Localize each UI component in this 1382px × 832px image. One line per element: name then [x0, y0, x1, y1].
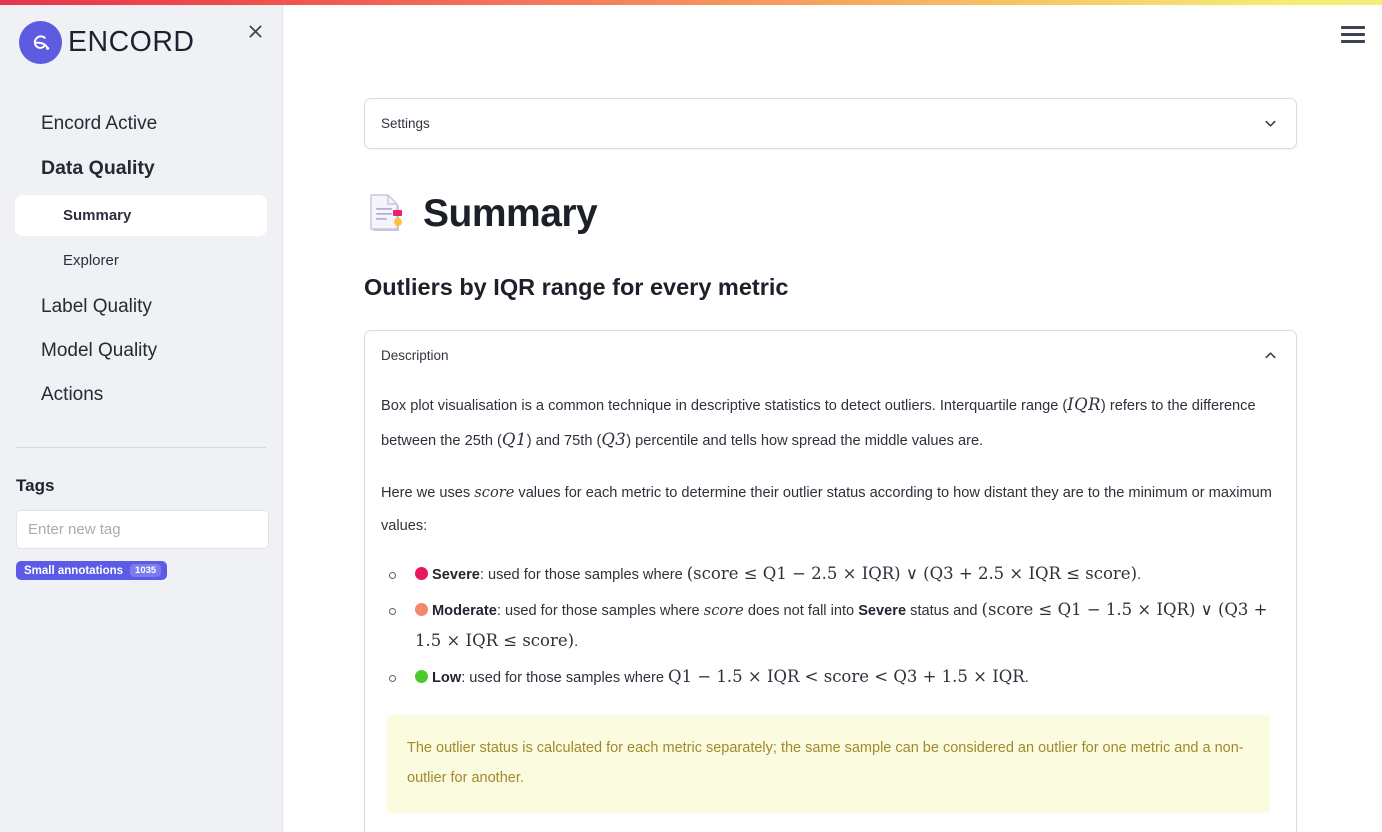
app-root: ENCORD Encord Active Data Quality Summar…	[0, 0, 1382, 832]
new-tag-input[interactable]	[16, 510, 269, 549]
description-panel-label: Description	[381, 348, 449, 363]
tag-label: Small annotations	[24, 564, 124, 577]
moderate-t2: does not fall into	[743, 603, 859, 619]
moderate-label: Moderate	[432, 603, 497, 619]
description-panel: Description Box plot visualisation is a …	[364, 330, 1297, 832]
page-title: Summary	[423, 192, 598, 235]
accent-gradient-bar	[0, 0, 1382, 5]
section-title: Outliers by IQR range for every metric	[364, 274, 789, 300]
moderate-t3: status and	[906, 603, 982, 619]
chevron-up-icon[interactable]	[1263, 348, 1278, 363]
tag-count-badge: 1035	[130, 564, 162, 577]
desc-p2-m1: score	[474, 484, 515, 501]
moderate-color-dot	[415, 603, 428, 616]
content-column: Settings Summary Outliers by IQR range f…	[283, 5, 1301, 832]
outlier-note-text: The outlier status is calculated for eac…	[407, 740, 1244, 786]
desc-p2-t2: values for each metric to determine thei…	[381, 485, 1272, 534]
sidebar-item-explorer[interactable]: Explorer	[15, 240, 267, 281]
hamburger-bar	[1341, 25, 1365, 29]
chevron-down-icon[interactable]	[1263, 116, 1278, 131]
hamburger-bar	[1341, 32, 1365, 36]
severe-t2: .	[1137, 567, 1142, 583]
moderate-t1: : used for those samples where	[496, 603, 704, 619]
outlier-status-list: Severe: used for those samples where (sc…	[381, 559, 1276, 693]
tag-small-annotations[interactable]: Small annotations 1035	[16, 561, 168, 580]
desc-p1-m1: IQR	[1067, 395, 1101, 414]
sidebar-item-encord-active[interactable]: Encord Active	[15, 102, 267, 146]
hamburger-menu-icon[interactable]	[1339, 22, 1367, 46]
severe-t1: : used for those samples where	[479, 567, 687, 583]
description-body: Box plot visualisation is a common techn…	[365, 380, 1296, 832]
description-paragraph-2: Here we uses score values for each metri…	[381, 476, 1276, 543]
moderate-t4: .	[574, 634, 579, 650]
moderate-mid-math: score	[703, 602, 744, 619]
settings-panel-label: Settings	[381, 116, 430, 131]
close-icon[interactable]	[242, 18, 268, 44]
severe-color-dot	[415, 567, 428, 580]
sidebar-item-data-quality[interactable]: Data Quality	[15, 146, 267, 191]
severe-label: Severe	[432, 567, 480, 583]
page-title-row: Summary	[364, 191, 1301, 237]
low-label: Low	[432, 670, 462, 686]
main-content: Settings Summary Outliers by IQR range f…	[283, 5, 1382, 832]
outlier-note-callout: The outlier status is calculated for eac…	[387, 715, 1270, 813]
list-item: Moderate: used for those samples where s…	[381, 595, 1276, 657]
sidebar-item-summary[interactable]: Summary	[15, 195, 267, 236]
tag-list: Small annotations 1035	[0, 549, 282, 580]
description-paragraph-1: Box plot visualisation is a common techn…	[381, 388, 1276, 458]
settings-panel-header[interactable]: Settings	[365, 99, 1296, 148]
sidebar-item-label-quality[interactable]: Label Quality	[15, 285, 267, 329]
hamburger-bar	[1341, 39, 1365, 43]
desc-p2-t1: Here we uses	[381, 485, 475, 501]
encord-logo-icon	[19, 21, 62, 64]
brand-logo[interactable]: ENCORD	[0, 5, 282, 64]
severe-formula: (score ≤ Q1 − 2.5 × IQR) ∨ (Q3 + 2.5 × I…	[686, 564, 1138, 583]
sidebar: ENCORD Encord Active Data Quality Summar…	[0, 0, 283, 832]
sidebar-item-actions[interactable]: Actions	[15, 373, 267, 417]
low-t2: .	[1024, 670, 1029, 686]
desc-p1-m2: Q1	[501, 430, 527, 449]
low-t1: : used for those samples where	[461, 670, 669, 686]
desc-p1-m3: Q3	[601, 430, 627, 449]
desc-p1-t3: ) and 75th (	[526, 433, 602, 449]
tags-heading: Tags	[16, 476, 55, 495]
desc-p1-t4: ) percentile and tells how spread the mi…	[626, 433, 984, 449]
brand-name: ENCORD	[68, 26, 195, 58]
list-item: Low: used for those samples where Q1 − 1…	[381, 662, 1276, 693]
sidebar-item-model-quality[interactable]: Model Quality	[15, 329, 267, 373]
list-item: Severe: used for those samples where (sc…	[381, 559, 1276, 590]
moderate-strong: Severe	[858, 603, 907, 619]
settings-panel[interactable]: Settings	[364, 98, 1297, 149]
desc-p1-t1: Box plot visualisation is a common techn…	[381, 398, 1068, 414]
low-color-dot	[415, 670, 428, 683]
low-formula: Q1 − 1.5 × IQR < score < Q3 + 1.5 × IQR	[668, 667, 1025, 686]
document-summary-icon	[370, 194, 402, 231]
sidebar-nav: Encord Active Data Quality Summary Explo…	[0, 102, 282, 417]
description-panel-header[interactable]: Description	[365, 331, 1296, 380]
